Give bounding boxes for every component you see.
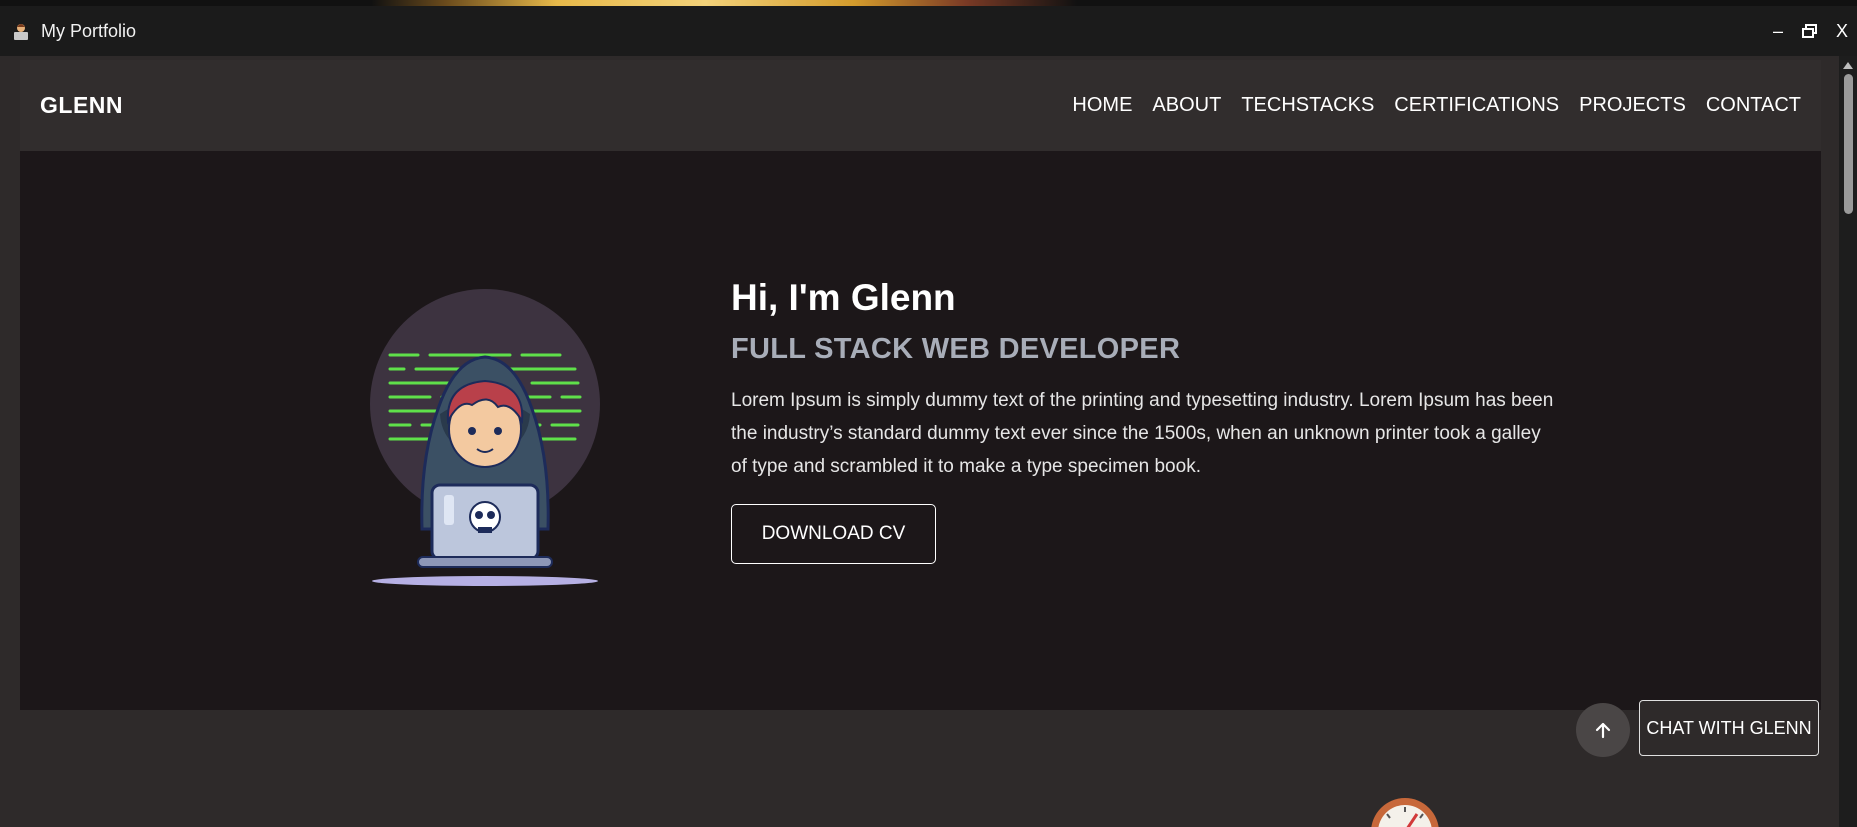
hero-section: Hi, I'm Glenn FULL STACK WEB DEVELOPER L… xyxy=(20,151,1821,710)
navbar: GLENN HOME ABOUT TECHSTACKS CERTIFICATIO… xyxy=(20,60,1821,151)
nav-techstacks[interactable]: TECHSTACKS xyxy=(1241,94,1374,117)
close-button[interactable]: X xyxy=(1833,21,1851,41)
page-viewport: GLENN HOME ABOUT TECHSTACKS CERTIFICATIO… xyxy=(0,56,1839,827)
nav-certifications[interactable]: CERTIFICATIONS xyxy=(1394,94,1559,117)
brand-logo[interactable]: GLENN xyxy=(40,92,123,119)
hacker-laptop-icon xyxy=(370,289,600,586)
app-icon xyxy=(14,24,28,40)
nav-links: HOME ABOUT TECHSTACKS CERTIFICATIONS PRO… xyxy=(1072,94,1801,117)
nav-about[interactable]: ABOUT xyxy=(1152,94,1221,117)
minimize-button[interactable]: – xyxy=(1769,21,1787,41)
vertical-scrollbar[interactable] xyxy=(1839,56,1857,827)
hero-greeting: Hi, I'm Glenn xyxy=(731,277,956,318)
stopwatch-icon xyxy=(1371,798,1439,827)
nav-projects[interactable]: PROJECTS xyxy=(1579,94,1686,117)
hero-role: FULL STACK WEB DEVELOPER xyxy=(731,332,1181,365)
window-titlebar: My Portfolio – X xyxy=(0,6,1857,56)
scrollbar-thumb[interactable] xyxy=(1844,74,1853,214)
arrow-up-icon xyxy=(1595,722,1611,739)
hero-bio: Lorem Ipsum is simply dummy text of the … xyxy=(731,389,1554,477)
chat-with-glenn-button[interactable]: CHAT WITH GLENN xyxy=(1639,700,1819,756)
hero-text: Hi, I'm Glenn FULL STACK WEB DEVELOPER L… xyxy=(731,277,1561,564)
nav-contact[interactable]: CONTACT xyxy=(1706,94,1801,117)
restore-button[interactable] xyxy=(1801,22,1819,40)
scroll-up-arrow-icon[interactable] xyxy=(1843,62,1853,69)
scroll-to-top-button[interactable] xyxy=(1576,703,1630,757)
nav-home[interactable]: HOME xyxy=(1072,94,1132,117)
restore-icon xyxy=(1802,24,1817,38)
window-title: My Portfolio xyxy=(41,20,137,41)
download-cv-button[interactable]: DOWNLOAD CV xyxy=(731,503,936,564)
